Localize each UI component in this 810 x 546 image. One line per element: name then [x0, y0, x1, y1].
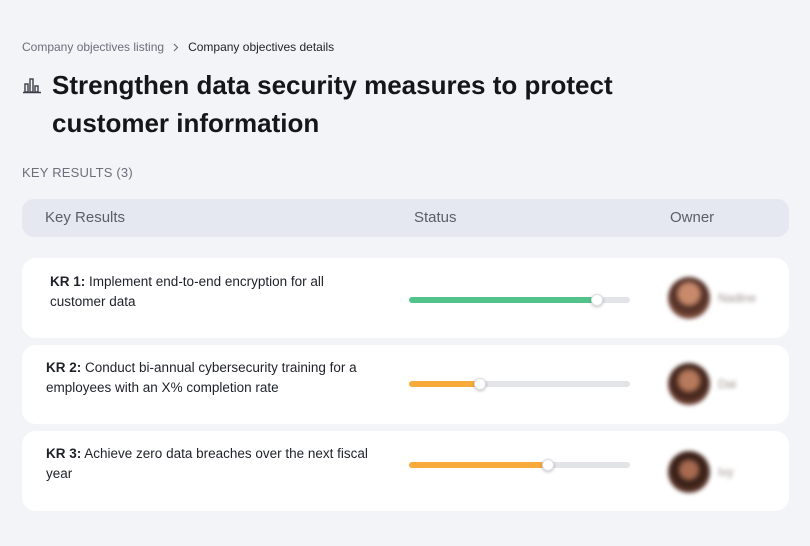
breadcrumb: Company objectives listing Company objec… [22, 40, 334, 54]
key-result-row[interactable]: KR 1: Implement end-to-end encryption fo… [22, 258, 789, 338]
progress-fill [409, 462, 549, 468]
progress-thumb[interactable] [542, 459, 555, 471]
chevron-right-icon [173, 43, 179, 52]
avatar [668, 363, 710, 405]
breadcrumb-current: Company objectives details [188, 40, 335, 54]
progress-bar [409, 294, 630, 306]
progress-bar [409, 459, 630, 471]
key-result-description: Implement end-to-end encryption for all … [50, 274, 324, 309]
owner[interactable]: Nadine [668, 277, 756, 319]
key-result-description: Conduct bi-annual cybersecurity training… [46, 360, 357, 395]
key-results-count: KEY RESULTS (3) [22, 165, 133, 180]
key-result-label: KR 3: [46, 446, 82, 461]
column-header-key-results: Key Results [45, 209, 126, 226]
progress-thumb[interactable] [473, 378, 486, 390]
progress-fill [409, 297, 597, 303]
avatar [668, 451, 710, 493]
owner-name: Dai [718, 377, 737, 391]
key-result-label: KR 2: [46, 360, 82, 375]
key-result-description: Achieve zero data breaches over the next… [46, 446, 368, 481]
progress-fill [409, 381, 480, 387]
owner[interactable]: Dai [668, 363, 736, 405]
key-result-text: KR 3: Achieve zero data breaches over th… [46, 444, 376, 484]
column-header-owner: Owner [670, 209, 715, 226]
key-result-row[interactable]: KR 2: Conduct bi-annual cybersecurity tr… [22, 345, 789, 424]
key-result-label: KR 1: [50, 274, 86, 289]
progress-thumb[interactable] [590, 294, 603, 306]
owner[interactable]: Ivy [668, 451, 733, 493]
title-row: Strengthen data security measures to pro… [22, 66, 692, 142]
progress-bar [409, 378, 630, 390]
breadcrumb-parent-link[interactable]: Company objectives listing [22, 40, 164, 54]
owner-name: Nadine [718, 291, 757, 305]
key-result-text: KR 2: Conduct bi-annual cybersecurity tr… [46, 358, 376, 398]
key-result-row[interactable]: KR 3: Achieve zero data breaches over th… [22, 431, 789, 511]
owner-name: Ivy [718, 465, 734, 479]
avatar [668, 277, 710, 319]
key-result-text: KR 1: Implement end-to-end encryption fo… [50, 272, 380, 312]
column-header-status: Status [414, 209, 457, 226]
page-title: Strengthen data security measures to pro… [52, 70, 613, 138]
table-header: Key Results Status Owner [22, 199, 789, 237]
chart-building-icon [22, 75, 42, 95]
